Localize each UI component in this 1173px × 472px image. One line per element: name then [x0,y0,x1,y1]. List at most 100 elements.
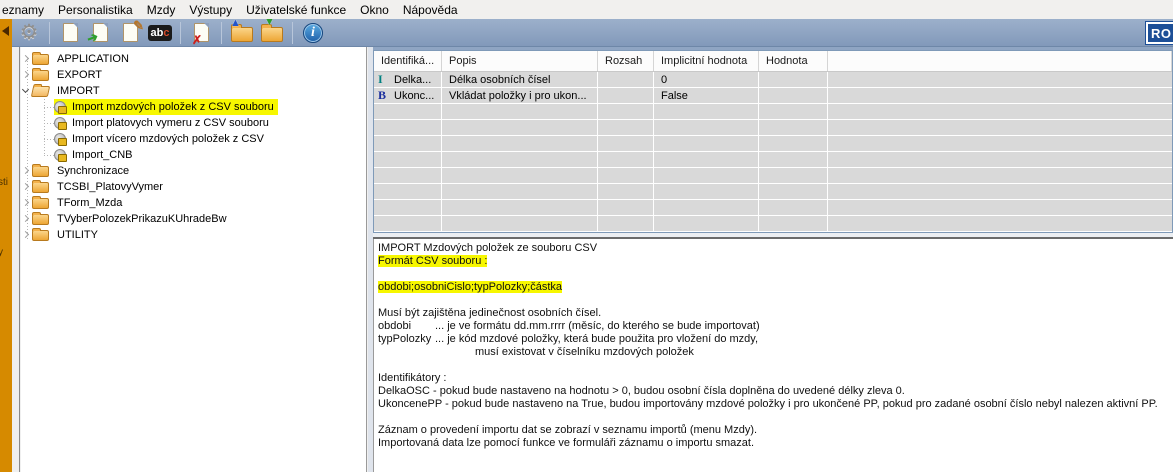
tree-item-import[interactable]: IMPORT [21,83,366,99]
grid-cell [759,72,828,87]
grid-cell [598,120,654,135]
menu-item-okno[interactable]: Okno [353,1,396,19]
grid-cell: BUkonc... [374,88,442,103]
grid-cell [598,152,654,167]
grid-column-header[interactable]: Hodnota [759,51,828,71]
grid-cell [654,104,759,119]
tree-item-import-cnb[interactable]: Import_CNB [21,147,366,163]
tree-item-label: TCSBI_PlatovyVymer [57,181,163,193]
edit-record-button[interactable]: ✎ [117,21,143,45]
grid-cell-filler [828,200,1172,215]
memo-line: DelkaOSC - pokud bude nastaveno na hodno… [378,385,1173,398]
grid-column-header[interactable]: Implicitní hodnota [654,51,759,71]
memo-text: ... je ve formátu dd.mm.rrrr (měsíc, do … [435,320,760,332]
grid-cell [598,88,654,103]
grid-cell [654,168,759,183]
grid-cell [654,184,759,199]
highlighted-text: obdobi;osobniCislo;typPolozky;částka [378,281,562,293]
selected-highlight: Import mzdových položek z CSV souboru [54,99,278,115]
collapse-left-arrow-icon[interactable] [2,26,9,36]
grid-cell [598,168,654,183]
tree-item-tcsbi-platovyvymer[interactable]: TCSBI_PlatovyVymer [21,179,366,195]
grid-data-row[interactable]: IDelka...Délka osobních čísel 0 [374,72,1172,88]
memo-text: Záznam o provedení importu dat se zobraz… [378,424,757,436]
export-folder-button[interactable]: ▲ [229,21,255,45]
grid-cell [598,200,654,215]
grid-column-header[interactable]: Identifiká... [374,51,442,71]
grid-cell-filler [828,104,1172,119]
leaf-wrap: Import platovych vymeru z CSV souboru [54,115,273,131]
grid-cell-text: Vkládat položky i pro ukon... [449,90,587,102]
folder-icon [32,182,49,193]
leaf-wrap: Import_CNB [54,147,137,163]
folder-icon [32,166,49,177]
rename-button[interactable]: abc [147,21,173,45]
tree-item-export[interactable]: EXPORT [21,67,366,83]
grid-cell [654,136,759,151]
memo-line [378,268,1173,281]
grid-cell [374,168,442,183]
tree-item-application[interactable]: APPLICATION [21,51,366,67]
grid-cell: 0 [654,72,759,87]
open-folder-icon [31,86,50,97]
toolbar: ⚙ ➔ ✎ abc ✗ ▲ ▼ [0,19,1173,47]
grid-empty-row[interactable] [374,120,1172,136]
new-record-button[interactable] [57,21,83,45]
grid-empty-row[interactable] [374,104,1172,120]
menu-item-vystupy[interactable]: Výstupy [182,1,239,19]
grid-cell-filler [828,136,1172,151]
memo-line: typPolozky... je kód mzdové položky, kte… [378,333,1173,346]
grid-empty-row[interactable] [374,152,1172,168]
grid-cell [759,200,828,215]
grid-empty-row[interactable] [374,184,1172,200]
copy-record-button[interactable]: ➔ [87,21,113,45]
grid-empty-row[interactable] [374,168,1172,184]
grid-empty-row[interactable] [374,216,1172,232]
grid-column-header[interactable]: Rozsah [598,51,654,71]
menu-item-uzivatelske-funkce[interactable]: Uživatelské funkce [239,1,353,19]
memo-line: Formát CSV souboru : [378,255,1173,268]
grid-cell [374,120,442,135]
grid-cell: IDelka... [374,72,442,87]
menu-item-personalistika[interactable]: Personalistika [51,1,140,19]
tree-item-tform-mzda[interactable]: TForm_Mzda [21,195,366,211]
grid-cell [598,72,654,87]
memo-text: musí existovat v číselníku mzdových polo… [475,346,694,358]
memo-text: Identifikátory : [378,372,446,384]
grid-data-row[interactable]: BUkonc...Vkládat položky i pro ukon...Fa… [374,88,1172,104]
grid-cell [374,200,442,215]
tree-item-tvyberpolozekprikazukuhradebw[interactable]: TVyberPolozekPrikazuKUhradeBw [21,211,366,227]
grid-empty-row[interactable] [374,136,1172,152]
memo-text: UkoncenePP - pokud bude nastaveno na Tru… [378,398,1158,410]
blue-up-arrow-icon: ▲ [230,19,241,29]
memo-line: Importovaná data lze pomocí funkce ve fo… [378,437,1173,450]
grid-cell [374,136,442,151]
info-button[interactable]: i [300,21,326,45]
import-folder-button[interactable]: ▼ [259,21,285,45]
tree-item-utility[interactable]: UTILITY [21,227,366,243]
grid-empty-row[interactable] [374,200,1172,216]
grid-cell [759,216,828,231]
tree-item-import-vicero-mzdovych-polozek-z-csv[interactable]: Import vícero mzdových položek z CSV [21,131,366,147]
memo-line: obdobi... je ve formátu dd.mm.rrrr (měsí… [378,320,1173,333]
folder-icon [32,230,49,241]
delete-record-button[interactable]: ✗ [188,21,214,45]
red-x-icon: ✗ [192,34,202,46]
docked-panel-strip[interactable]: stiy [0,19,12,472]
grid-cell-filler [828,216,1172,231]
tree-item-synchronizace[interactable]: Synchronizace [21,163,366,179]
tree-item-label: Synchronizace [57,165,129,177]
grid-cell-filler [828,120,1172,135]
grid-cell: Délka osobních čísel [442,72,598,87]
menu-item-seznamy[interactable]: eznamy [0,1,51,19]
menu-item-napoveda[interactable]: Nápověda [396,1,465,19]
memo-line [378,411,1173,424]
grid-cell [442,104,598,119]
tree-item-import-mzdovych-polozek-z-csv-souboru[interactable]: Import mzdových položek z CSV souboru [21,99,366,115]
settings-button[interactable]: ⚙ [16,21,42,45]
tree-item-import-platovych-vymeru-z-csv-souboru[interactable]: Import platovych vymeru z CSV souboru [21,115,366,131]
grid-cell [759,168,828,183]
grid-column-header[interactable]: Popis [442,51,598,71]
grid-cell-text: Ukonc... [394,90,434,102]
menu-item-mzdy[interactable]: Mzdy [140,1,183,19]
